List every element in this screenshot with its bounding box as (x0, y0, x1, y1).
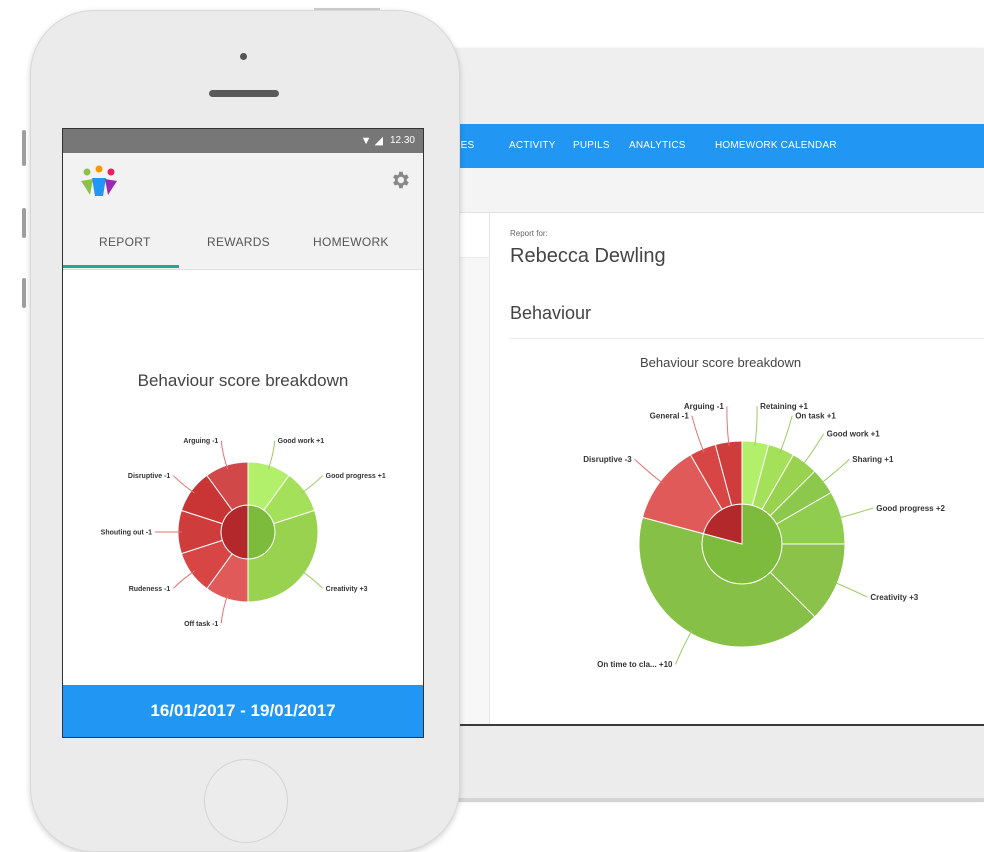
slice-label: Arguing -1 (183, 438, 218, 445)
tab-report[interactable]: REPORT (99, 235, 151, 249)
slice-label: Sharing +1 (852, 455, 894, 464)
tab-rewards[interactable]: REWARDS (207, 235, 270, 249)
slice-label: On time to cla... +10 (597, 660, 673, 669)
laptop-chin (400, 724, 984, 802)
phone-mute-switch (22, 130, 26, 166)
nav-item-activity[interactable]: ACTIVITY (509, 124, 556, 168)
chart-title: Behaviour score breakdown (137, 371, 349, 390)
app-header: REPORT REWARDS HOMEWORK (63, 153, 423, 270)
leader-line (675, 629, 693, 665)
leader-line (301, 570, 324, 589)
slice-label: Good progress +2 (876, 504, 945, 513)
slice-label: Off task -1 (184, 621, 218, 628)
slice-label: Retaining +1 (760, 402, 808, 411)
leader-line (837, 507, 874, 519)
slice-label: Creativity +3 (326, 586, 368, 593)
leader-line (172, 475, 195, 494)
leader-line (754, 406, 758, 446)
section-title-behaviour: Behaviour (510, 303, 592, 323)
leader-line (634, 459, 664, 485)
leader-line (779, 415, 793, 453)
laptop-base-edge (400, 798, 984, 802)
phone-app-screen: ▼ ◢ 12.30 REPORT REWARDS HOMEWORK Behavi… (62, 128, 424, 738)
leader-line (301, 475, 324, 494)
web-app-screen: ASSES ACTIVITY PUPILS ANALYTICS HOMEWORK… (400, 124, 984, 724)
active-tab-indicator (63, 265, 179, 268)
slice-label: Good progress +1 (326, 473, 386, 480)
pupil-name: Rebecca Dewling (510, 245, 666, 267)
leader-line (220, 594, 229, 624)
slice-label: General -1 (650, 411, 690, 420)
nav-item-pupils[interactable]: PUPILS (573, 124, 610, 168)
status-time: 12.30 (389, 135, 415, 146)
slice-label: Shouting out -1 (101, 529, 152, 536)
leader-line (820, 459, 850, 485)
people-logo-icon (81, 165, 117, 196)
speaker-grille (209, 90, 279, 97)
leader-line (220, 440, 229, 470)
leader-line (691, 415, 705, 453)
nav-item-homework-calendar[interactable]: HOMEWORK CALENDAR (715, 124, 837, 168)
top-navigation: ASSES ACTIVITY PUPILS ANALYTICS HOMEWORK… (400, 124, 984, 168)
behaviour-sunburst-chart-small: Good work +1 Good progress +1 Creativity +… (101, 438, 386, 628)
date-range-bar[interactable]: 16/01/2017 - 19/01/2017 (63, 685, 423, 737)
slice-label: Disruptive -1 (128, 473, 171, 480)
report-panel: Report for: Rebecca Dewling Behaviour Be… (490, 213, 984, 724)
tab-homework[interactable]: HOMEWORK (313, 235, 389, 249)
slice-label: Disruptive -3 (583, 455, 632, 464)
chart-title: Behaviour score breakdown (640, 355, 802, 370)
leader-line (267, 440, 276, 470)
leader-line (726, 406, 730, 446)
slice-label: Creativity +3 (870, 593, 918, 602)
phone-volume-down (22, 278, 26, 308)
slice-label: Arguing -1 (684, 402, 725, 411)
leader-line (172, 570, 195, 589)
slice-label: On task +1 (795, 411, 836, 420)
status-bar: ▼ ◢ 12.30 (63, 129, 423, 153)
nav-item-analytics[interactable]: ANALYTICS (629, 124, 686, 168)
laptop-frame: ASSES ACTIVITY PUPILS ANALYTICS HOMEWORK… (400, 48, 984, 802)
section-divider (510, 338, 984, 339)
sub-toolbar (400, 168, 984, 213)
slice-label: Rudeness -1 (129, 586, 171, 593)
leader-line (801, 433, 825, 466)
slice-label: Good work +1 (827, 430, 881, 439)
leader-line (833, 581, 868, 598)
behaviour-sunburst-chart-large: Retaining +1On task +1 Good work +1 Sharin… (583, 402, 945, 669)
report-for-label: Report for: (510, 229, 548, 238)
wifi-signal-icon: ▼ ◢ (360, 135, 383, 147)
slice-label: Good work +1 (278, 438, 325, 445)
phone-volume-up (22, 208, 26, 238)
home-button[interactable] (204, 759, 288, 843)
camera-icon (240, 53, 247, 60)
gear-icon[interactable] (389, 169, 411, 191)
